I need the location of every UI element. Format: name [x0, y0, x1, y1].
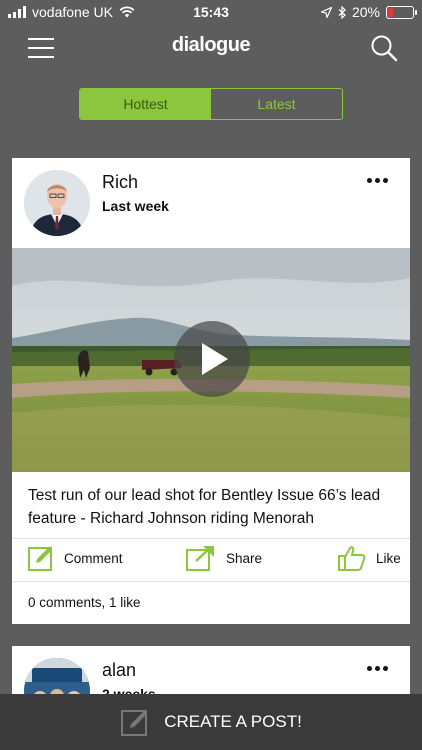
tab-hottest[interactable]: Hottest: [80, 89, 211, 119]
avatar[interactable]: [24, 170, 90, 236]
post-video[interactable]: [12, 248, 410, 472]
like-label: Like: [376, 550, 401, 566]
compose-icon: [121, 710, 148, 736]
post-author[interactable]: alan: [102, 660, 136, 681]
share-icon: [186, 546, 214, 571]
app-logo: dialogue: [171, 34, 251, 56]
like-button[interactable]: Like: [338, 545, 401, 571]
create-post-label: CREATE A POST!: [164, 712, 302, 731]
status-right: 20%: [320, 4, 417, 20]
post-counts[interactable]: 0 comments, 1 like: [28, 595, 141, 610]
post-card: Rich Last week Test run of our lead shot…: [12, 158, 410, 624]
more-options-icon[interactable]: [367, 666, 388, 671]
battery-percent: 20%: [351, 4, 380, 20]
create-post-button[interactable]: CREATE A POST!: [0, 694, 422, 750]
share-button[interactable]: Share: [186, 545, 262, 571]
comment-label: Comment: [64, 550, 123, 566]
search-icon[interactable]: [370, 34, 398, 62]
nav-bar: dialogue: [0, 24, 422, 70]
play-button[interactable]: [174, 321, 250, 397]
post-time: Last week: [102, 198, 169, 214]
tab-latest[interactable]: Latest: [211, 89, 342, 119]
comment-icon: [28, 547, 52, 571]
post-author[interactable]: Rich: [102, 172, 138, 193]
comment-button[interactable]: Comment: [28, 545, 123, 571]
feed-tabs: Hottest Latest: [79, 88, 343, 120]
status-bar: vodafone UK 15:43 20%: [0, 0, 422, 24]
thumbs-up-icon: [338, 546, 366, 571]
post-caption: Test run of our lead shot for Bentley Is…: [28, 487, 381, 527]
more-options-icon[interactable]: [367, 178, 388, 183]
location-arrow-icon: [320, 6, 332, 18]
battery-level-fill: [388, 7, 393, 17]
play-icon: [202, 343, 228, 375]
share-label: Share: [226, 550, 263, 566]
bluetooth-icon: [338, 5, 346, 19]
post-actions: Comment Share Like: [12, 538, 410, 582]
battery-icon: [386, 5, 417, 19]
